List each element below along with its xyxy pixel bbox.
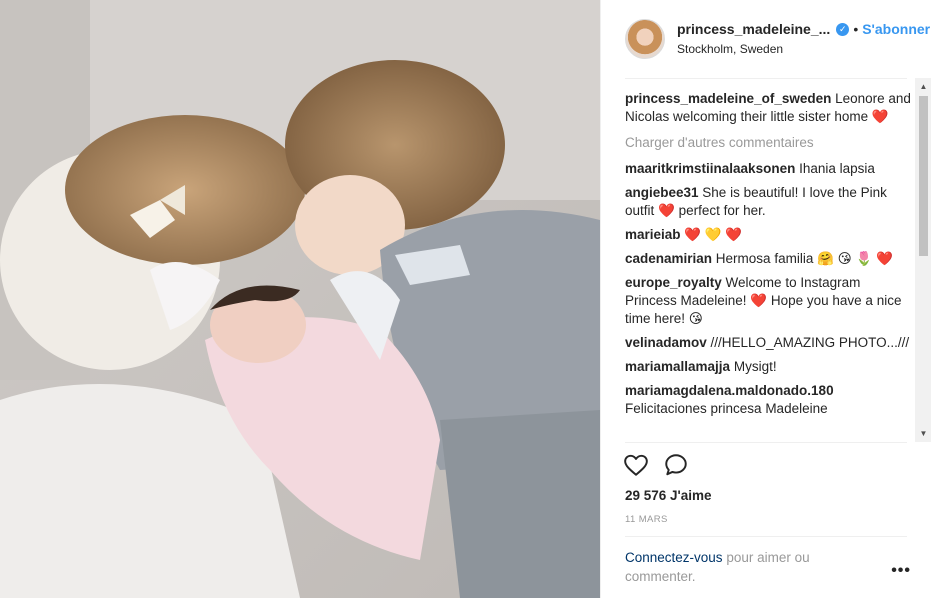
comment-username[interactable]: velinadamov xyxy=(625,335,707,350)
login-prompt: Connectez-vous pour aimer ou commenter. xyxy=(625,548,855,586)
comment-text: ///HELLO_AMAZING PHOTO.../// xyxy=(706,335,910,350)
list-item: europe_royalty Welcome to Instagram Prin… xyxy=(625,274,915,328)
verified-badge-icon: ✓ xyxy=(836,22,850,36)
comment-username[interactable]: cadenamirian xyxy=(625,251,712,266)
post-username[interactable]: princess_madeleine_... xyxy=(677,20,830,38)
scroll-up-arrow-icon[interactable]: ▲ xyxy=(915,78,931,95)
heart-emoji: ❤️ xyxy=(871,109,889,124)
comment-text: Ihania lapsia xyxy=(795,161,875,176)
caption-username[interactable]: princess_madeleine_of_sweden xyxy=(625,91,831,106)
speech-bubble-icon[interactable] xyxy=(663,452,689,478)
post-side-panel: princess_madeleine_... ✓ • S'abonner Sto… xyxy=(600,0,931,598)
list-item: cadenamirian Hermosa familia 🤗 😘 🌷 ❤️ xyxy=(625,250,915,268)
comment-text: Mysigt! xyxy=(730,359,777,374)
comments-list: princess_madeleine_of_sweden Leonore and… xyxy=(625,90,915,440)
more-options-icon[interactable]: ••• xyxy=(891,562,911,580)
comment-text: ❤️ 💛 ❤️ xyxy=(680,227,743,242)
footer-divider xyxy=(625,536,907,537)
scroll-thumb[interactable] xyxy=(919,96,928,256)
subscribe-button[interactable]: S'abonner xyxy=(862,20,930,38)
post-photo-image xyxy=(0,0,600,598)
location-link[interactable]: Stockholm, Sweden xyxy=(677,40,930,58)
comment-text: Hermosa familia 🤗 😘 🌷 ❤️ xyxy=(712,251,893,266)
login-link[interactable]: Connectez-vous xyxy=(625,550,723,565)
comment-username[interactable]: maaritkrimstiinalaaksonen xyxy=(625,161,795,176)
comment-username[interactable]: europe_royalty xyxy=(625,275,722,290)
comment-username[interactable]: mariamallamajja xyxy=(625,359,730,374)
comment-username[interactable]: angiebee31 xyxy=(625,185,699,200)
comment-text: Felicitaciones princesa Madeleine xyxy=(625,401,828,416)
avatar[interactable] xyxy=(625,19,665,59)
post-header: princess_madeleine_... ✓ • S'abonner Sto… xyxy=(601,0,931,78)
post-photo[interactable] xyxy=(0,0,600,598)
scroll-down-arrow-icon[interactable]: ▼ xyxy=(915,425,931,442)
heart-outline-icon[interactable] xyxy=(623,452,649,478)
list-item: marieiab ❤️ 💛 ❤️ xyxy=(625,226,915,244)
post-date[interactable]: 11 MARS xyxy=(625,514,668,525)
separator-dot: • xyxy=(853,21,859,37)
caption: princess_madeleine_of_sweden Leonore and… xyxy=(625,90,915,126)
load-more-comments-button[interactable]: Charger d'autres commentaires xyxy=(625,134,915,152)
list-item: mariamagdalena.maldonado.180 Felicitacio… xyxy=(625,382,915,418)
list-item: angiebee31 She is beautiful! I love the … xyxy=(625,184,915,220)
likes-count[interactable]: 29 576 J'aime xyxy=(625,488,712,503)
list-item: velinadamov ///HELLO_AMAZING PHOTO.../// xyxy=(625,334,915,352)
action-bar xyxy=(623,452,689,478)
actions-divider xyxy=(625,442,907,443)
list-item: maaritkrimstiinalaaksonen Ihania lapsia xyxy=(625,160,915,178)
comment-username[interactable]: marieiab xyxy=(625,227,681,242)
comment-username[interactable]: mariamagdalena.maldonado.180 xyxy=(625,383,834,398)
header-divider xyxy=(625,78,907,79)
comments-scrollbar[interactable]: ▲ ▼ xyxy=(915,78,931,442)
list-item: mariamallamajja Mysigt! xyxy=(625,358,915,376)
